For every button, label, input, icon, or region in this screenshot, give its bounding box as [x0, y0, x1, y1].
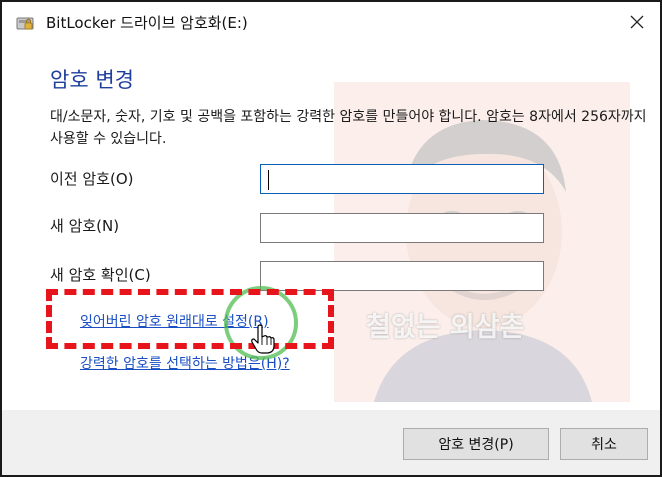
watermark-text: 철없는 외삼촌: [366, 312, 525, 343]
change-password-button[interactable]: 암호 변경(P): [403, 428, 549, 460]
title-bar: BitLocker 드라이브 암호화(E:): [2, 2, 660, 42]
old-password-label: 이전 암호(O): [50, 170, 134, 188]
red-dashed-highlight-box: [46, 289, 334, 349]
page-title: 암호 변경: [50, 68, 134, 92]
confirm-password-label: 새 암호 확인(C): [50, 266, 151, 284]
text-caret: [268, 170, 269, 190]
dialog-footer: 암호 변경(P) 취소: [2, 410, 660, 475]
password-requirements-text: 대/소문자, 숫자, 기호 및 공백을 포함하는 강력한 암호를 만들어야 합니…: [50, 109, 647, 147]
new-password-label: 새 암호(N): [50, 217, 120, 235]
old-password-input[interactable]: [260, 164, 544, 194]
bitlocker-dialog: BitLocker 드라이브 암호화(E:) 암호 변경 대/소문자, 숫자, …: [0, 0, 662, 477]
cancel-button[interactable]: 취소: [560, 428, 648, 460]
close-button[interactable]: [614, 2, 660, 42]
hand-pointer-icon: [251, 324, 275, 354]
close-icon: [630, 15, 644, 29]
new-password-input[interactable]: [260, 213, 544, 243]
confirm-password-input[interactable]: [260, 261, 544, 291]
window-title: BitLocker 드라이브 암호화(E:): [46, 14, 248, 32]
bitlocker-drive-icon: [16, 17, 34, 30]
